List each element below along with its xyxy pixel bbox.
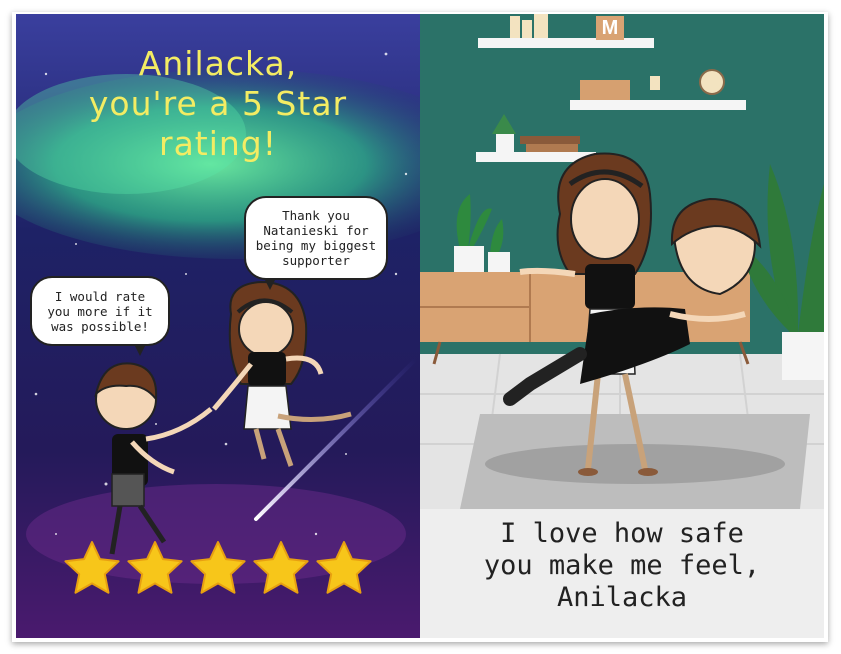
right-panel: M I love how safe you make me feel, Anil… xyxy=(420,14,824,638)
speech-bubble-girl-text: Thank you Natanieski for being my bigges… xyxy=(255,208,377,268)
shelf-top xyxy=(478,38,654,48)
caption-line3: Anilacka xyxy=(556,582,688,613)
shelf-middle xyxy=(570,100,746,110)
speech-bubble-tail xyxy=(134,344,146,356)
rating-title-line2: you're a 5 Star xyxy=(88,84,348,123)
speech-bubble-girl: Thank you Natanieski for being my bigges… xyxy=(244,196,388,290)
left-panel: Anilacka, you're a 5 Star rating! I woul… xyxy=(16,14,420,638)
story-frame: Anilacka, you're a 5 Star rating! I woul… xyxy=(0,0,841,654)
rating-title-line3: rating! xyxy=(159,124,277,163)
rating-title-line1: Anilacka, xyxy=(138,44,298,83)
shelf-letter-decor: M xyxy=(596,16,624,40)
clock xyxy=(699,69,725,95)
speech-bubble-tail xyxy=(264,278,276,290)
caption-line2: you make me feel, xyxy=(483,550,761,581)
speech-bubble-boy: I would rate you more if it was possible… xyxy=(30,276,170,356)
caption-line1: I love how safe xyxy=(500,518,744,549)
speech-bubble-boy-text: I would rate you more if it was possible… xyxy=(47,288,153,334)
